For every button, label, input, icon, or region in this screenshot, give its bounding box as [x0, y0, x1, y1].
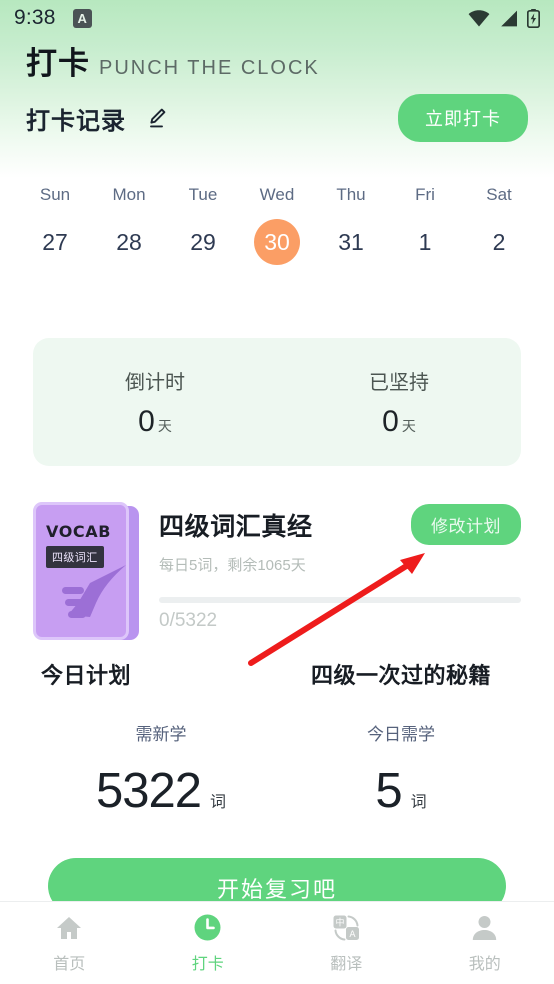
calendar-dow-label: Tue [188, 185, 218, 204]
calendar-date-number: 29 [190, 228, 216, 255]
app-root: 9:38 A 打卡 PUNCH THE CLOCK 打卡记录 立即打卡 Sun … [0, 0, 554, 984]
today-plan-number-group: 5322 词 [96, 763, 226, 819]
secret-plan-title: 四级一次过的秘籍 [310, 663, 491, 688]
nav-label-translate: 翻译 [330, 955, 363, 973]
today-plan-subtitle: 需新学 [135, 725, 187, 744]
hand-pointer-graphic-icon [62, 565, 126, 618]
book-title-row: 四级词汇真经 修改计划 [159, 504, 521, 545]
nav-item-translate[interactable]: 中 A 翻译 [277, 913, 416, 974]
secret-plan-number: 5 [375, 764, 402, 818]
person-icon [470, 913, 500, 943]
countdown-value: 0 [138, 404, 155, 438]
book-cover-image[interactable]: VOCAB 四级词汇 [33, 502, 139, 644]
secret-plan-column: 四级一次过的秘籍 今日需学 5 词 [281, 658, 521, 819]
app-brand: 打卡 PUNCH THE CLOCK [26, 38, 320, 83]
book-cover-brand-text: VOCAB [46, 522, 112, 541]
edit-plan-button[interactable]: 修改计划 [411, 504, 521, 545]
today-plan-title: 今日计划 [41, 663, 132, 688]
book-progress-bar [159, 597, 521, 603]
today-plan-unit: 词 [210, 794, 227, 811]
svg-text:A: A [349, 930, 356, 940]
status-bar-clock: 9:38 [14, 6, 56, 29]
calendar-day-0[interactable]: Sun 27 [18, 185, 92, 265]
book-info: 四级词汇真经 修改计划 每日5词，剩余1065天 0/5322 [139, 502, 521, 650]
secret-plan-unit: 词 [410, 794, 427, 811]
calendar-dow-label: Thu [336, 185, 366, 204]
calendar-day-5[interactable]: Fri 1 [388, 185, 462, 265]
calendar-dow-label: Wed [259, 185, 295, 204]
bottom-navigation-bar: 首页 打卡 中 A 翻译 我的 [0, 901, 554, 984]
calendar-date-number: 31 [338, 228, 364, 255]
plans-section: 今日计划 需新学 5322 词 四级一次过的秘籍 今日需学 5 词 [0, 658, 554, 819]
vocabulary-book-row: VOCAB 四级词汇 四级词汇真经 修改计划 每日5词，剩余1065天 0/53… [0, 502, 554, 650]
svg-text:中: 中 [335, 916, 344, 928]
record-header-row: 打卡记录 立即打卡 [0, 94, 554, 142]
calendar-day-6[interactable]: Sat 2 [462, 185, 536, 265]
calendar-day-2[interactable]: Tue 29 [166, 185, 240, 265]
countdown-value-group: 0 天 [138, 405, 172, 439]
calendar-date-number-selected: 30 [254, 219, 300, 265]
brand-title-cn: 打卡 [26, 46, 90, 81]
calendar-day-4[interactable]: Thu 31 [314, 185, 388, 265]
book-cover-front: VOCAB 四级词汇 [33, 502, 129, 640]
clock-icon [193, 913, 223, 943]
pencil-icon[interactable] [144, 105, 170, 131]
status-bar: 9:38 A [0, 0, 554, 36]
brand-title-en: PUNCH THE CLOCK [99, 57, 320, 79]
book-subtitle: 每日5词，剩余1065天 [159, 557, 306, 574]
streak-value-group: 0 天 [382, 405, 416, 439]
calendar-date-number: 2 [492, 228, 506, 255]
today-plan-column: 今日计划 需新学 5322 词 [33, 658, 281, 819]
nav-label-punch: 打卡 [191, 955, 224, 973]
calendar-date-number: 28 [116, 228, 142, 255]
stats-card: 倒计时 0 天 已坚持 0 天 [33, 338, 521, 466]
wifi-icon [468, 9, 490, 27]
calendar-date-number: 1 [418, 228, 432, 255]
status-bar-app-badge-icon: A [72, 8, 92, 28]
streak-unit: 天 [401, 417, 416, 434]
secret-plan-number-group: 5 词 [375, 763, 426, 819]
countdown-label: 倒计时 [125, 371, 185, 394]
book-title: 四级词汇真经 [159, 512, 313, 541]
calendar-dow-label: Fri [415, 185, 435, 204]
nav-item-home[interactable]: 首页 [0, 913, 139, 974]
today-plan-number: 5322 [95, 764, 202, 818]
week-calendar: Sun 27 Mon 28 Tue 29 Wed 30 Thu 31 Fri 1… [0, 185, 554, 265]
streak-label: 已坚持 [369, 371, 429, 394]
status-bar-indicators [468, 8, 540, 28]
calendar-dow-label: Mon [112, 185, 146, 204]
book-progress-text: 0/5322 [159, 610, 218, 631]
calendar-day-3-today[interactable]: Wed 30 [240, 185, 314, 265]
punch-now-button[interactable]: 立即打卡 [398, 94, 528, 142]
home-icon [54, 913, 84, 943]
nav-item-punch[interactable]: 打卡 [139, 913, 278, 974]
nav-label-home: 首页 [53, 955, 86, 973]
secret-plan-subtitle: 今日需学 [367, 725, 435, 744]
countdown-unit: 天 [157, 417, 172, 434]
calendar-dow-label: Sat [486, 185, 512, 204]
streak-value: 0 [382, 404, 399, 438]
calendar-dow-label: Sun [39, 185, 71, 204]
nav-item-profile[interactable]: 我的 [416, 913, 554, 974]
calendar-date-number: 27 [42, 228, 68, 255]
nav-label-profile: 我的 [468, 955, 501, 973]
battery-charging-icon [527, 8, 540, 28]
cellular-signal-icon [499, 10, 518, 27]
countdown-stat: 倒计时 0 天 [33, 338, 277, 466]
translate-icon: 中 A [331, 913, 361, 943]
page-title: 打卡记录 [26, 107, 126, 135]
streak-stat: 已坚持 0 天 [277, 338, 521, 466]
calendar-day-1[interactable]: Mon 28 [92, 185, 166, 265]
